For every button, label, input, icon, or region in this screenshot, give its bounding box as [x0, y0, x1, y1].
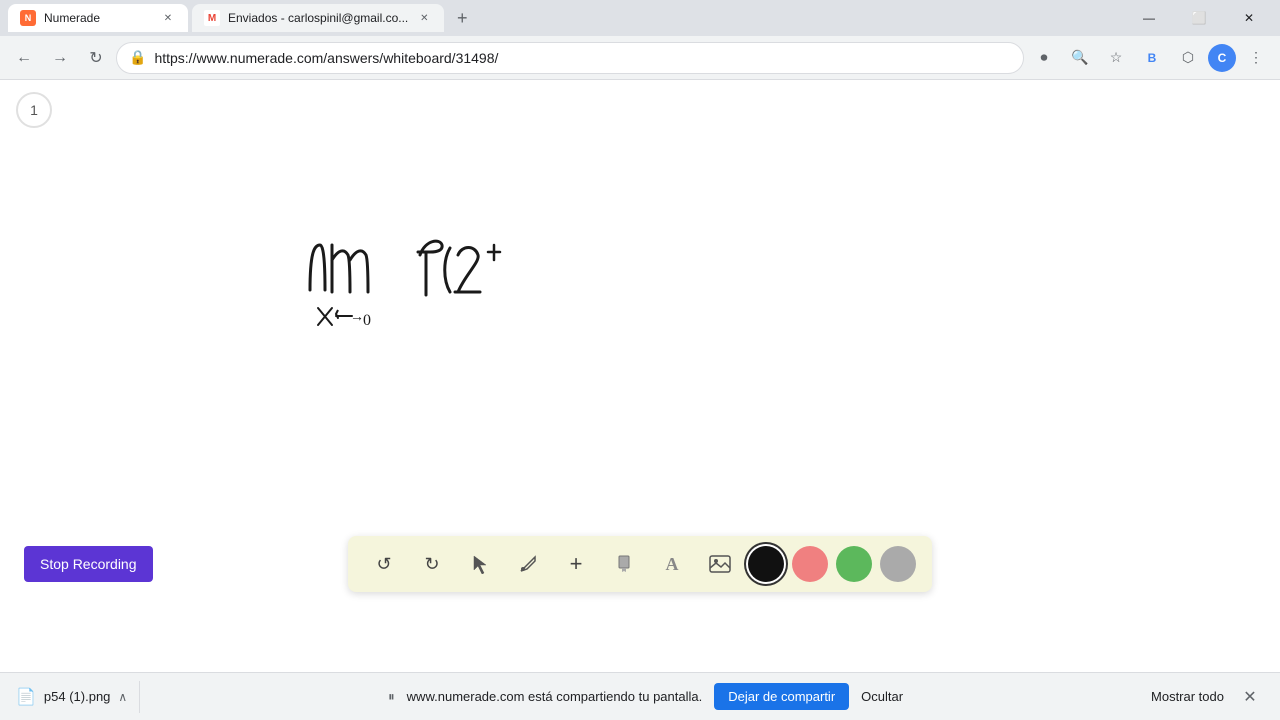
pen-tool-button[interactable] [508, 544, 548, 584]
tab-gmail-label: Enviados - carlospinil@gmail.co... [228, 11, 408, 25]
select-tool-button[interactable] [460, 544, 500, 584]
redo-button[interactable]: ↻ [412, 544, 452, 584]
address-bar[interactable]: 🔒 https://www.numerade.com/answers/white… [116, 42, 1024, 74]
color-black[interactable] [748, 546, 784, 582]
nav-bar: ← → ↻ 🔒 https://www.numerade.com/answers… [0, 36, 1280, 80]
tab-gmail-close[interactable]: ✕ [416, 10, 432, 26]
search-button[interactable]: 🔍 [1064, 42, 1096, 74]
divider [139, 681, 140, 713]
image-button[interactable] [700, 544, 740, 584]
window-controls: — ⬜ ✕ [1126, 0, 1272, 36]
color-green[interactable] [836, 546, 872, 582]
text-tool-button[interactable]: A [652, 544, 692, 584]
tab-numerade-close[interactable]: ✕ [160, 10, 176, 26]
gmail-favicon: M [204, 10, 220, 26]
whiteboard[interactable]: 1 → 0 [0, 80, 1280, 672]
tab-numerade[interactable]: N Numerade ✕ [8, 4, 188, 32]
profile-avatar[interactable]: C [1208, 44, 1236, 72]
hide-sharing-button[interactable]: Ocultar [861, 689, 903, 704]
lock-icon: 🔒 [129, 49, 146, 66]
main-content: 1 → 0 [0, 80, 1280, 672]
tab-gmail[interactable]: M Enviados - carlospinil@gmail.co... ✕ [192, 4, 444, 32]
color-gray[interactable] [880, 546, 916, 582]
download-filename: p54 (1).png [44, 689, 111, 704]
math-expression: → 0 [300, 230, 600, 350]
stop-sharing-button[interactable]: Dejar de compartir [714, 683, 849, 710]
download-item: 📄 p54 (1).png ∧ [16, 687, 127, 707]
svg-text:0: 0 [363, 312, 371, 329]
minimize-button[interactable]: — [1126, 0, 1172, 36]
toolbar: ↺ ↻ + A [348, 536, 932, 592]
new-tab-button[interactable]: + [448, 4, 476, 32]
page-number: 1 [30, 102, 38, 118]
close-sharing-bar-button[interactable]: ✕ [1236, 683, 1264, 711]
download-chevron-icon[interactable]: ∧ [118, 690, 127, 704]
color-pink[interactable] [792, 546, 828, 582]
sharing-url: www.numerade.com está compartiendo tu pa… [407, 689, 703, 704]
menu-button[interactable]: ⋮ [1240, 42, 1272, 74]
stop-recording-button[interactable]: Stop Recording [24, 546, 153, 582]
status-bar: 📄 p54 (1).png ∧ ⏸ www.numerade.com está … [0, 672, 1280, 720]
sharing-message: www.numerade.com está compartiendo tu pa… [407, 689, 703, 704]
forward-button[interactable]: → [44, 42, 76, 74]
show-all-button[interactable]: Mostrar todo [1151, 689, 1224, 704]
back-button[interactable]: ← [8, 42, 40, 74]
extensions-button[interactable]: ⬡ [1172, 42, 1204, 74]
extension-b-button[interactable]: B [1136, 42, 1168, 74]
highlighter-button[interactable] [604, 544, 644, 584]
sharing-pause-icon: ⏸ [388, 689, 395, 705]
url-text: https://www.numerade.com/answers/whitebo… [154, 50, 1011, 66]
maximize-button[interactable]: ⬜ [1176, 0, 1222, 36]
sharing-bar: ⏸ www.numerade.com está compartiendo tu … [152, 683, 1139, 710]
close-button[interactable]: ✕ [1226, 0, 1272, 36]
nav-extras: ⏺ 🔍 ☆ B ⬡ C ⋮ [1028, 42, 1272, 74]
add-button[interactable]: + [556, 544, 596, 584]
screen-record-button[interactable]: ⏺ [1028, 42, 1060, 74]
numerade-favicon: N [20, 10, 36, 26]
svg-text:→: → [350, 310, 364, 325]
file-icon: 📄 [16, 687, 36, 707]
bookmark-button[interactable]: ☆ [1100, 42, 1132, 74]
undo-button[interactable]: ↺ [364, 544, 404, 584]
refresh-button[interactable]: ↻ [80, 42, 112, 74]
title-bar: N Numerade ✕ M Enviados - carlospinil@gm… [0, 0, 1280, 36]
tab-numerade-label: Numerade [44, 11, 152, 25]
page-indicator: 1 [16, 92, 52, 128]
